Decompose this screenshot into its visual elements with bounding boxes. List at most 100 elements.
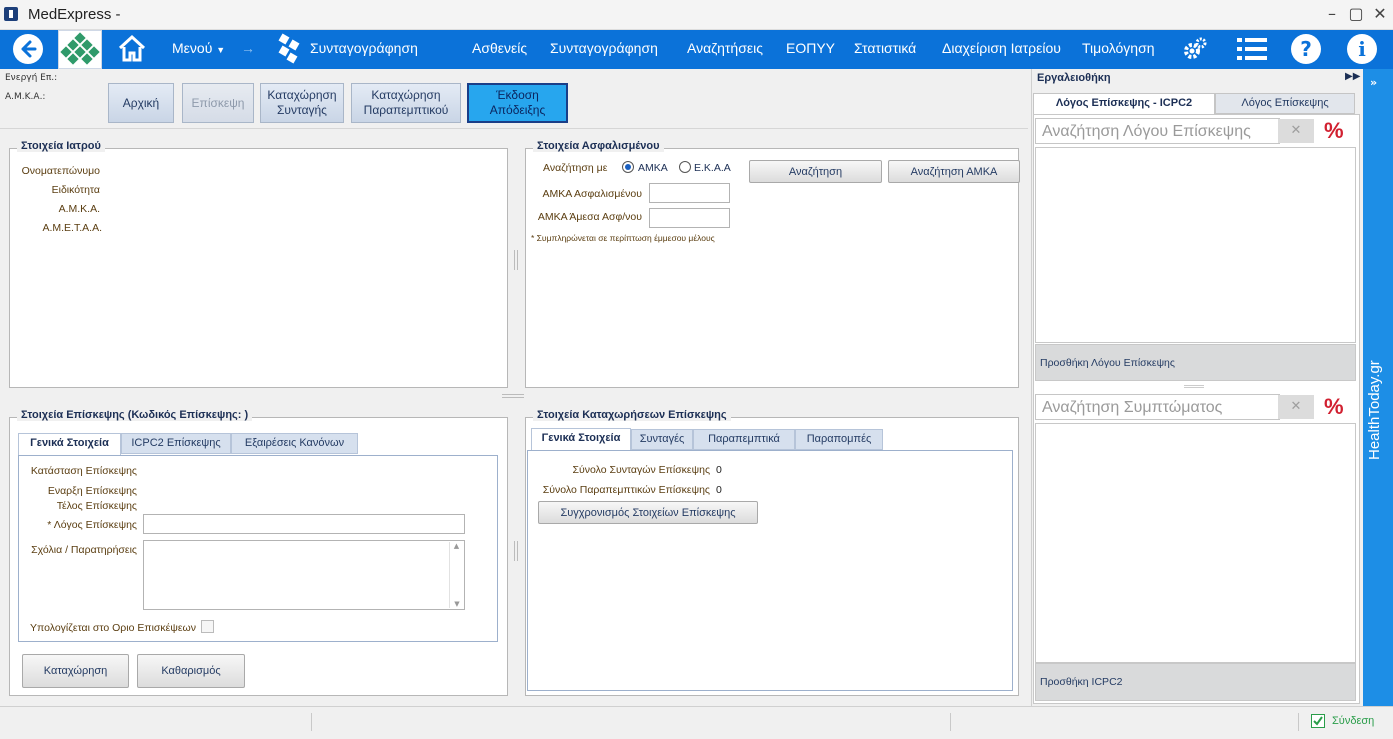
comments-label: Σχόλια / Παρατηρήσεις xyxy=(31,544,137,556)
active-visit-label: Ενεργή Επ.: xyxy=(5,73,58,83)
comments-textarea[interactable]: ▲ ▼ xyxy=(143,540,465,610)
tab-entries-referrals[interactable]: Παραπεμπτικά xyxy=(693,429,795,450)
maximize-icon[interactable]: ▢ xyxy=(1346,4,1366,24)
collapse-toolbox-icon[interactable]: ▶▶ xyxy=(1345,71,1360,82)
tab-toolbox-reason[interactable]: Λόγος Επίσκεψης xyxy=(1215,93,1355,114)
ref-total-value: 0 xyxy=(716,484,722,496)
vertical-splitter-lower[interactable] xyxy=(514,541,518,561)
minimize-icon[interactable]: – xyxy=(1322,4,1342,24)
scroll-up-icon[interactable]: ▲ xyxy=(450,542,463,550)
radio-ekaa[interactable] xyxy=(679,161,691,173)
menu-clinic-management[interactable]: Διαχείριση Ιατρείου xyxy=(942,40,1061,56)
visit-limit-checkbox[interactable] xyxy=(201,620,214,633)
gear-icon[interactable] xyxy=(1182,36,1208,65)
register-prescription-line1: Καταχώρηση xyxy=(267,88,337,102)
menu-prescribe[interactable]: Συνταγογράφηση xyxy=(310,40,418,56)
issue-receipt-button[interactable]: Έκδοση Απόδειξης xyxy=(467,83,568,123)
close-icon[interactable]: ✕ xyxy=(1370,4,1390,24)
home-button[interactable]: Αρχική xyxy=(108,83,174,123)
window-title: MedExpress - xyxy=(28,6,121,23)
indirect-note: * Συμπληρώνεται σε περίπτωση έμμεσου μέλ… xyxy=(531,233,715,243)
back-icon[interactable] xyxy=(13,34,43,64)
help-icon[interactable]: ? xyxy=(1291,34,1321,64)
toolbox-splitter[interactable] xyxy=(1184,385,1204,388)
tab-entries-general[interactable]: Γενικά Στοιχεία xyxy=(531,428,631,451)
status-separator xyxy=(950,713,951,731)
symptom-search-input[interactable]: Αναζήτηση Συμπτώματος xyxy=(1035,394,1280,420)
radio-amka[interactable] xyxy=(622,161,634,173)
doctor-name-label: Ονοματεπώνυμο xyxy=(21,165,100,177)
toolbox-title: Εργαλειοθήκη xyxy=(1037,72,1111,84)
indirect-amka-input[interactable] xyxy=(649,208,730,228)
menu-statistics[interactable]: Στατιστικά xyxy=(854,40,916,56)
info-icon[interactable]: i xyxy=(1347,34,1377,64)
horizontal-splitter[interactable] xyxy=(502,394,524,398)
doctor-amka-label: Α.Μ.Κ.Α. xyxy=(58,203,100,215)
rx-total-label: Σύνολο Συνταγών Επίσκεψης xyxy=(572,464,710,476)
reason-clear-icon[interactable]: ✕ xyxy=(1278,119,1314,143)
scroll-down-icon[interactable]: ▼ xyxy=(450,600,464,608)
tab-visit-rule-exceptions[interactable]: Εξαιρέσεις Κανόνων xyxy=(231,433,358,454)
insured-group-title: Στοιχεία Ασφαλισμένου xyxy=(533,140,664,152)
comments-scrollbar[interactable]: ▲ ▼ xyxy=(449,542,463,608)
search-button[interactable]: Αναζήτηση xyxy=(749,160,882,183)
status-separator xyxy=(1298,713,1299,731)
menu-searches[interactable]: Αναζητήσεις xyxy=(687,40,763,56)
tab-visit-icpc2[interactable]: ICPC2 Επίσκεψης xyxy=(121,433,231,454)
issue-receipt-line2: Απόδειξης xyxy=(489,103,546,117)
status-bar: Σύνδεση xyxy=(0,706,1393,739)
menu-invoicing[interactable]: Τιμολόγηση xyxy=(1082,40,1155,56)
search-amka-button[interactable]: Αναζήτηση ΑΜΚΑ xyxy=(888,160,1020,183)
menu-dropdown[interactable]: Μενού ▼ xyxy=(172,40,225,56)
tab-entries-references[interactable]: Παραπομπές xyxy=(795,429,883,450)
doctor-ametaa-label: Α.Μ.Ε.Τ.Α.Α. xyxy=(42,222,102,234)
tab-visit-general[interactable]: Γενικά Στοιχεία xyxy=(18,433,121,456)
sync-visit-button[interactable]: Συγχρονισμός Στοιχείων Επίσκεψης xyxy=(538,501,758,524)
register-prescription-line2: Συνταγής xyxy=(277,103,327,117)
app-icon xyxy=(4,7,18,21)
status-separator xyxy=(311,713,312,731)
add-icpc2-button[interactable]: Προσθήκη ICPC2 xyxy=(1035,663,1356,701)
tab-toolbox-icpc2[interactable]: Λόγος Επίσκεψης - ICPC2 xyxy=(1033,93,1215,115)
menu-label: Μενού xyxy=(172,40,213,56)
menu-bar: Μενού ▼ → Συνταγογράφηση Ασθενείς Συνταγ… xyxy=(0,30,1393,69)
register-referral-button[interactable]: Καταχώρηση Παραπεμπτικού xyxy=(351,83,461,123)
healthtoday-brand: HealthToday.gr xyxy=(1366,360,1383,460)
visit-end-label: Τέλος Επίσκεψης xyxy=(56,500,137,512)
register-prescription-button[interactable]: Καταχώρηση Συνταγής xyxy=(260,83,344,123)
doctor-group-title: Στοιχεία Ιατρού xyxy=(17,140,105,152)
amka-label: Α.Μ.Κ.Α.: xyxy=(5,92,46,102)
home-icon[interactable] xyxy=(117,33,147,66)
connect-status[interactable]: Σύνδεση xyxy=(1332,715,1374,727)
vertical-splitter[interactable] xyxy=(514,250,518,270)
insured-amka-input[interactable] xyxy=(649,183,730,203)
add-reason-button[interactable]: Προσθήκη Λόγου Επίσκεψης xyxy=(1035,344,1356,381)
list-icon[interactable] xyxy=(1237,36,1267,65)
clear-visit-button[interactable]: Καθαρισμός xyxy=(137,654,245,688)
menu-prescriptions[interactable]: Συνταγογράφηση xyxy=(550,40,658,56)
doctor-specialty-label: Ειδικότητα xyxy=(51,184,100,196)
expand-sidebar-icon[interactable]: » xyxy=(1370,76,1377,89)
visit-reason-input[interactable] xyxy=(143,514,465,534)
insured-amka-label: ΑΜΚΑ Ασφαλισμένου xyxy=(542,188,642,200)
connect-check-icon xyxy=(1311,714,1325,728)
symptom-clear-icon[interactable]: ✕ xyxy=(1278,395,1314,419)
visit-button[interactable]: Επίσκεψη xyxy=(182,83,254,123)
visit-status-label: Κατάσταση Επίσκεψης xyxy=(30,465,137,477)
menu-patients[interactable]: Ασθενείς xyxy=(472,40,527,56)
register-referral-line2: Παραπεμπτικού xyxy=(363,103,449,117)
visit-group-title: Στοιχεία Επίσκεψης (Κωδικός Επίσκεψης: ) xyxy=(17,409,253,421)
symptom-results-list[interactable] xyxy=(1035,423,1356,663)
reason-search-input[interactable]: Αναζήτηση Λόγου Επίσκεψης xyxy=(1035,118,1280,144)
menu-eopyy[interactable]: ΕΟΠΥΥ xyxy=(786,40,835,56)
chevron-down-icon: ▼ xyxy=(216,45,226,55)
save-visit-button[interactable]: Καταχώρηση xyxy=(22,654,129,688)
register-referral-line1: Καταχώρηση xyxy=(371,88,441,102)
tab-entries-prescriptions[interactable]: Συνταγές xyxy=(631,429,693,450)
symptom-percent-icon[interactable]: % xyxy=(1324,394,1344,420)
insured-group xyxy=(525,148,1019,388)
reason-results-list[interactable] xyxy=(1035,147,1356,343)
medexpress-logo[interactable] xyxy=(58,30,102,69)
visit-start-label: Εναρξη Επίσκεψης xyxy=(47,485,137,497)
reason-percent-icon[interactable]: % xyxy=(1324,118,1344,144)
